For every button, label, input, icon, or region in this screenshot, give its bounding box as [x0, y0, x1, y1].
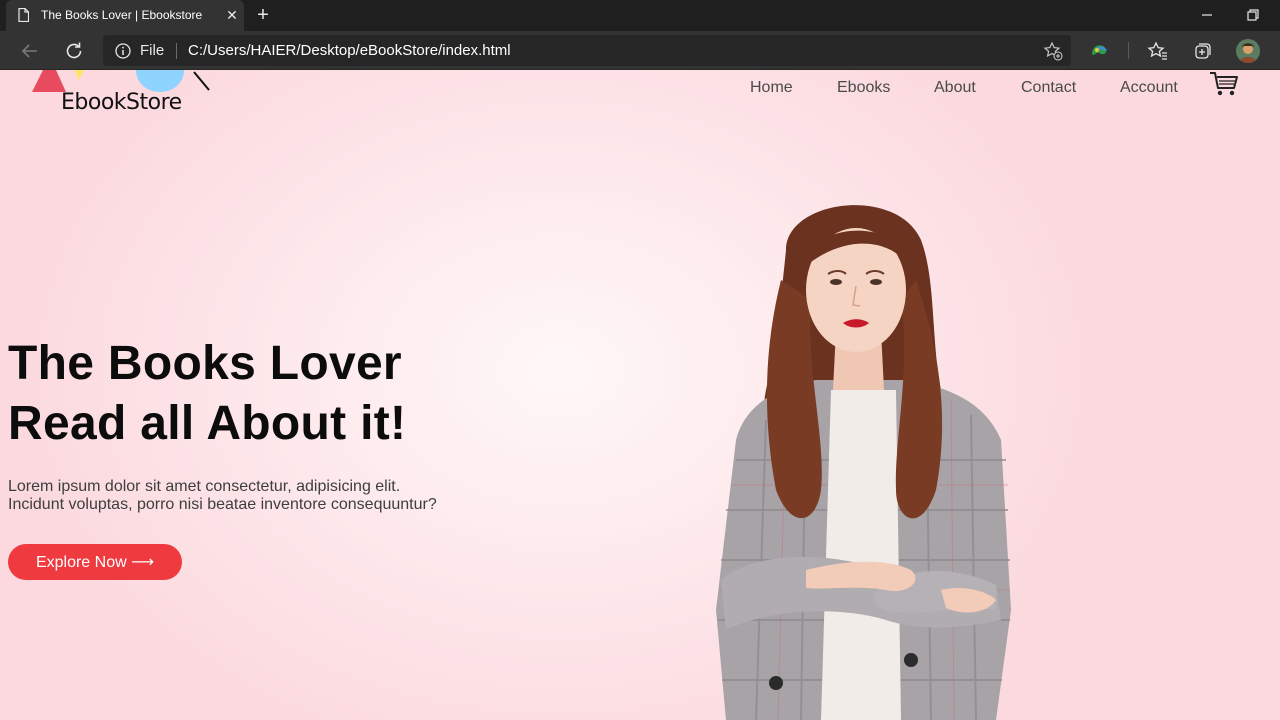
hero-title-line1: The Books Lover: [8, 337, 402, 390]
nav-contact[interactable]: Contact: [1021, 79, 1076, 97]
minimize-icon[interactable]: [1196, 4, 1218, 26]
hero-paragraph-line2: Incidunt voluptas, porro nisi beatae inv…: [8, 496, 437, 513]
hero-title-line2: Read all About it!: [8, 397, 407, 450]
nav-home[interactable]: Home: [750, 79, 793, 97]
add-favorite-icon[interactable]: [1043, 41, 1063, 61]
hero-woman-image: [716, 205, 1011, 720]
url-text[interactable]: C:/Users/HAIER/Desktop/eBookStore/index.…: [188, 42, 511, 59]
scheme-label: File: [140, 42, 165, 59]
refresh-icon[interactable]: [62, 39, 86, 63]
back-icon[interactable]: [18, 39, 42, 63]
plus-icon[interactable]: +: [252, 4, 274, 26]
restore-icon[interactable]: [1242, 4, 1264, 26]
browser-toolbar: File C:/Users/HAIER/Desktop/eBookStore/i…: [0, 31, 1280, 70]
cart-icon[interactable]: [1209, 70, 1239, 98]
extension-icon[interactable]: [1088, 39, 1112, 63]
address-bar[interactable]: File C:/Users/HAIER/Desktop/eBookStore/i…: [103, 35, 1071, 66]
page-viewport: EbookStore Home Ebooks About Contact Acc…: [0, 70, 1280, 720]
nav-account[interactable]: Account: [1120, 79, 1178, 97]
toolbar-divider: [1128, 42, 1129, 59]
collections-icon[interactable]: [1190, 39, 1214, 63]
avatar-image: [1236, 39, 1260, 63]
address-divider: [176, 43, 177, 59]
info-icon[interactable]: [115, 43, 131, 59]
close-icon[interactable]: ✕: [223, 6, 241, 24]
profile-avatar[interactable]: [1236, 39, 1260, 63]
hero-paragraph-line1: Lorem ipsum dolor sit amet consectetur, …: [8, 478, 401, 495]
active-tab[interactable]: The Books Lover | Ebookstore ✕: [6, 0, 244, 31]
nav-about[interactable]: About: [934, 79, 976, 97]
explore-now-button[interactable]: Explore Now ⟶: [8, 544, 182, 580]
logo-text: EbookStore: [61, 90, 182, 115]
site-logo[interactable]: EbookStore: [28, 70, 218, 118]
favorites-icon[interactable]: [1146, 39, 1170, 63]
tab-title: The Books Lover | Ebookstore: [41, 8, 203, 22]
document-icon: [18, 8, 29, 22]
nav-ebooks[interactable]: Ebooks: [837, 79, 890, 97]
tab-bar: The Books Lover | Ebookstore ✕ +: [0, 0, 1280, 31]
